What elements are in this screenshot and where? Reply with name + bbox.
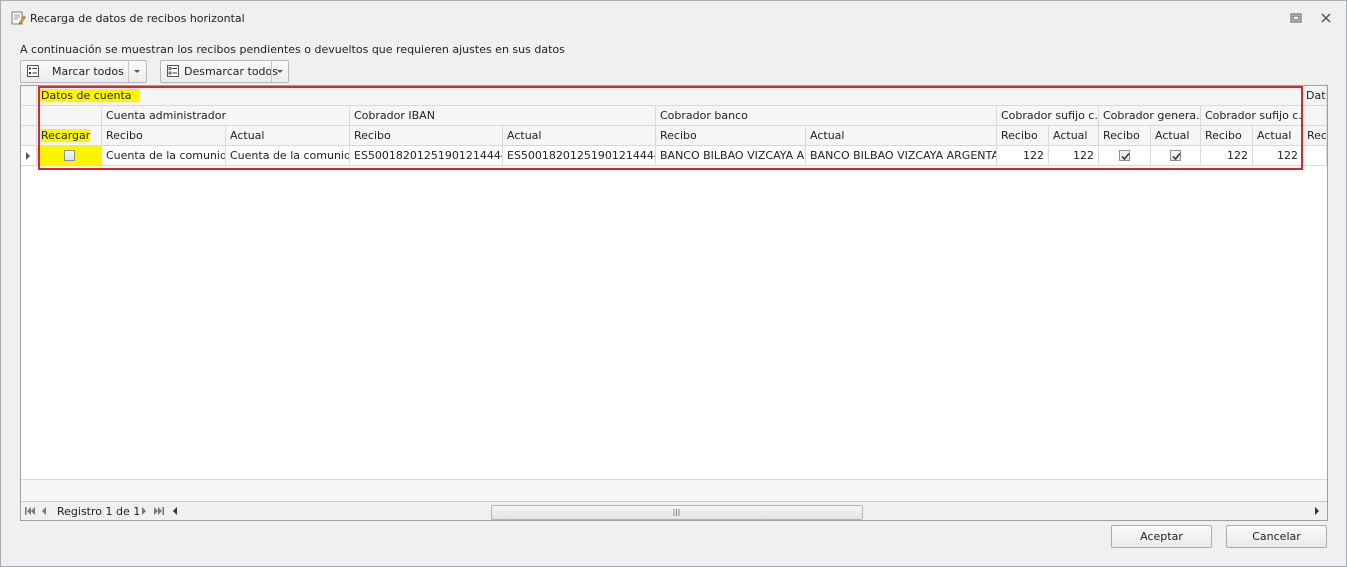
check-icon xyxy=(1172,153,1181,161)
receipts-grid[interactable]: Datos de cuenta Dato Cuenta administrado… xyxy=(20,85,1328,521)
cell-banco-recibo[interactable]: BANCO BILBAO VIZCAYA A... xyxy=(656,146,806,166)
band-cobrador-sufijo[interactable]: Cobrador sufijo c... xyxy=(997,106,1099,126)
cell-cuenta-actual[interactable]: Cuenta de la comunidad xyxy=(226,146,350,166)
last-record-icon[interactable] xyxy=(154,507,164,515)
first-record-icon[interactable] xyxy=(25,507,35,515)
col-iban-actual[interactable]: Actual xyxy=(503,126,656,146)
cell-genera-actual[interactable] xyxy=(1151,146,1201,166)
band-cobrador-iban[interactable]: Cobrador IBAN xyxy=(350,106,656,126)
cancel-button[interactable]: Cancelar xyxy=(1226,525,1327,548)
mark-all-button[interactable]: Marcar todos xyxy=(20,60,147,83)
cell-cuenta-recibo[interactable]: Cuenta de la comunidad xyxy=(102,146,226,166)
scroll-left-icon[interactable] xyxy=(172,507,177,515)
list-uncheck-icon xyxy=(167,65,179,77)
band-cuenta-administrador[interactable]: Cuenta administrador xyxy=(102,106,350,126)
cell-sufijo-actual[interactable]: 122 xyxy=(1049,146,1099,166)
cell-iban-actual[interactable]: ES5001820125190121444444 xyxy=(503,146,656,166)
accept-button[interactable]: Aceptar xyxy=(1111,525,1212,548)
prev-record-icon[interactable] xyxy=(41,507,46,515)
mark-all-label: Marcar todos xyxy=(52,65,124,78)
cell-genera-recibo[interactable] xyxy=(1099,146,1151,166)
caret-right-icon xyxy=(26,152,30,160)
next-record-icon[interactable] xyxy=(142,507,147,515)
col-sufijo2-recibo[interactable]: Recibo xyxy=(1201,126,1253,146)
cell-recargar[interactable] xyxy=(37,146,102,166)
recargar-checkbox[interactable] xyxy=(64,150,75,161)
col-recargar-label: Recargar xyxy=(41,129,91,142)
check-icon xyxy=(1121,153,1130,161)
genera-actual-checkbox[interactable] xyxy=(1170,150,1181,161)
horizontal-scrollbar-thumb[interactable] xyxy=(491,505,863,520)
grip-icon xyxy=(673,509,680,516)
list-check-icon xyxy=(27,65,39,77)
band-datos-de-cuenta[interactable]: Datos de cuenta xyxy=(37,86,1302,106)
col-cuenta-actual[interactable]: Actual xyxy=(226,126,350,146)
col-sufijo2-actual[interactable]: Actual xyxy=(1253,126,1303,146)
genera-recibo-checkbox[interactable] xyxy=(1119,150,1130,161)
cell-sufijo-recibo[interactable]: 122 xyxy=(997,146,1049,166)
col-banco-recibo[interactable]: Recibo xyxy=(656,126,806,146)
band-cobrador-banco[interactable]: Cobrador banco xyxy=(656,106,997,126)
col-genera-recibo[interactable]: Recibo xyxy=(1099,126,1151,146)
cell-banco-actual[interactable]: BANCO BILBAO VIZCAYA ARGENTA... xyxy=(806,146,997,166)
band-datos-de-cuenta-label: Datos de cuenta xyxy=(39,89,140,102)
title-bar: Recarga de datos de recibos horizontal xyxy=(1,1,1346,35)
col-recargar[interactable]: Recargar xyxy=(37,126,102,146)
scroll-right-icon[interactable] xyxy=(1315,507,1320,515)
band-dato-cut[interactable]: Dato xyxy=(1302,86,1327,106)
col-banco-actual[interactable]: Actual xyxy=(806,126,997,146)
record-count: Registro 1 de 1 xyxy=(57,505,141,518)
col-cuenta-recibo[interactable]: Recibo xyxy=(102,126,226,146)
window-title: Recarga de datos de recibos horizontal xyxy=(30,12,245,25)
col-rec-cut[interactable]: Rec xyxy=(1303,126,1327,146)
col-sufijo-recibo[interactable]: Recibo xyxy=(997,126,1049,146)
row-indicator[interactable] xyxy=(21,146,37,166)
chevron-down-icon[interactable] xyxy=(134,70,140,73)
col-sufijo-actual[interactable]: Actual xyxy=(1049,126,1099,146)
chevron-down-icon[interactable] xyxy=(277,70,283,73)
restore-icon[interactable] xyxy=(1289,12,1303,24)
record-navigator: Registro 1 de 1 xyxy=(21,501,1327,520)
col-iban-recibo[interactable]: Recibo xyxy=(350,126,503,146)
footer-row xyxy=(21,479,1327,502)
cell-sufijo2-actual[interactable]: 122 xyxy=(1253,146,1303,166)
edit-document-icon xyxy=(11,11,26,25)
instruction-text: A continuación se muestran los recibos p… xyxy=(20,43,565,56)
band-cobrador-sufijo-2[interactable]: Cobrador sufijo c... xyxy=(1201,106,1303,126)
close-icon[interactable] xyxy=(1319,12,1333,24)
cell-sufijo2-recibo[interactable]: 122 xyxy=(1201,146,1253,166)
unmark-all-label: Desmarcar todos xyxy=(184,65,278,78)
band-cobrador-genera[interactable]: Cobrador genera... xyxy=(1099,106,1201,126)
col-genera-actual[interactable]: Actual xyxy=(1151,126,1201,146)
unmark-all-button[interactable]: Desmarcar todos xyxy=(160,60,289,83)
cell-iban-recibo[interactable]: ES5001820125190121444444 xyxy=(350,146,503,166)
